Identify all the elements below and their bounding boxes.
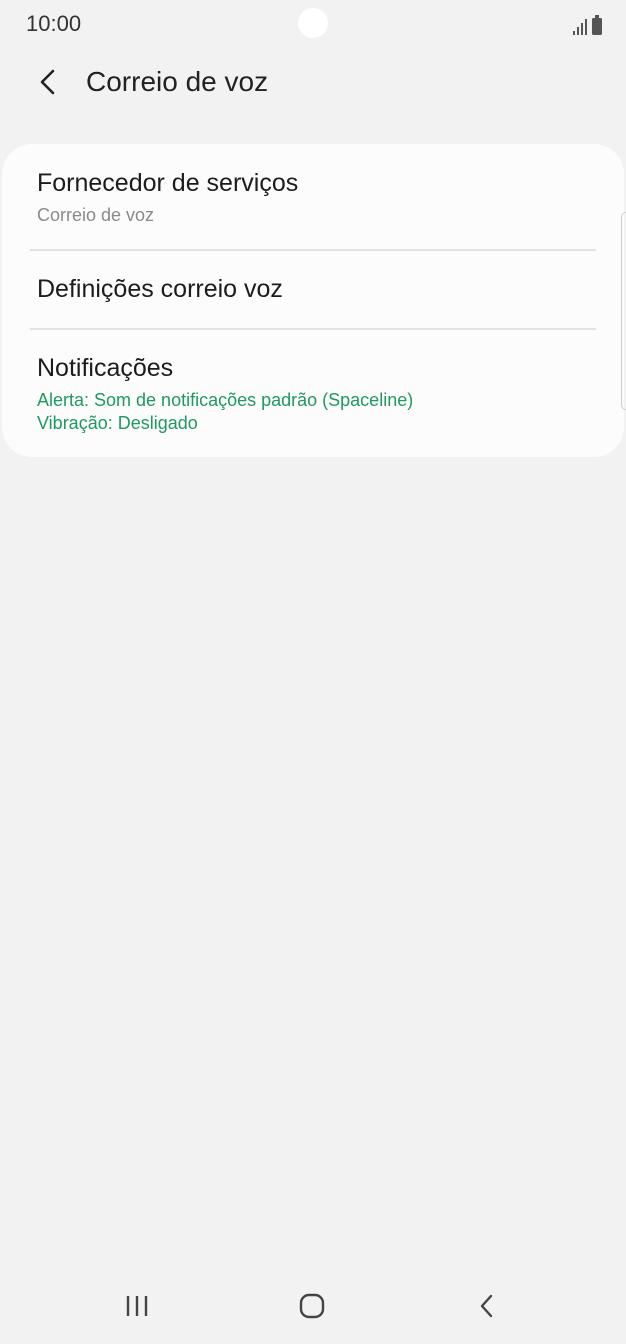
- status-icons: [573, 13, 602, 35]
- setting-item-voicemail-settings[interactable]: Definições correio voz: [2, 250, 624, 328]
- setting-item-title: Definições correio voz: [37, 275, 283, 303]
- recent-apps-button[interactable]: [117, 1290, 157, 1322]
- screen: 10:00 Correio de voz Fornecedor de servi…: [0, 0, 626, 1344]
- settings-list: Fornecedor de serviços Correio de voz De…: [2, 144, 624, 457]
- front-camera: [298, 8, 328, 38]
- back-icon: [480, 1294, 493, 1318]
- home-button[interactable]: [292, 1290, 332, 1322]
- battery-icon: [592, 15, 602, 35]
- status-time: 10:00: [26, 11, 82, 36]
- notification-alert-value: Alerta: Som de notificações padrão (Spac…: [37, 390, 414, 410]
- back-nav-button[interactable]: [467, 1290, 507, 1322]
- status-bar: 10:00: [0, 0, 626, 48]
- app-header: Correio de voz: [0, 52, 626, 112]
- home-icon: [299, 1293, 325, 1319]
- setting-item-notifications[interactable]: Notificações Alerta: Som de notificações…: [2, 329, 624, 457]
- setting-item-title: Notificações: [37, 354, 174, 382]
- back-arrow-icon: [40, 69, 55, 95]
- setting-item-title: Fornecedor de serviços: [37, 169, 299, 197]
- setting-item-subtitle: Correio de voz: [37, 205, 155, 225]
- edge-panel-handle[interactable]: [621, 212, 626, 410]
- navigation-bar: [0, 1270, 626, 1344]
- notification-vibration-value: Vibração: Desligado: [37, 413, 198, 433]
- setting-item-service-provider[interactable]: Fornecedor de serviços Correio de voz: [2, 144, 624, 249]
- recent-apps-icon: [126, 1296, 148, 1316]
- signal-icon: [573, 17, 587, 35]
- back-button[interactable]: [28, 62, 68, 102]
- page-title: Correio de voz: [86, 66, 269, 97]
